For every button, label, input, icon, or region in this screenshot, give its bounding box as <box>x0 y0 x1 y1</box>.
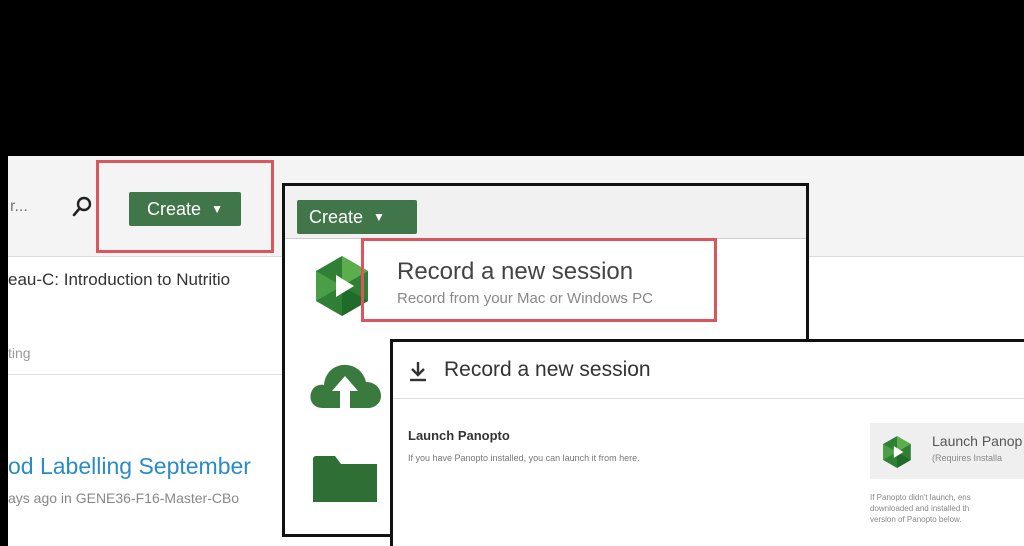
launch-panopto-heading: Launch Panopto <box>408 428 510 443</box>
create-dropdown-label: Create <box>309 206 364 227</box>
launch-panopto-button[interactable]: Launch Panop (Requires Installa <box>870 423 1024 479</box>
session-title-link[interactable]: od Labelling September <box>8 453 251 480</box>
note-line: If Panopto didn't launch, ens <box>870 493 971 502</box>
launch-button-subtitle: (Requires Installa <box>932 453 1003 463</box>
left-black-edge <box>0 156 8 546</box>
search-placeholder: r... <box>10 198 28 215</box>
folder-icon[interactable] <box>311 450 379 504</box>
search-icon[interactable] <box>70 195 94 219</box>
session-meta: ays ago in GENE36-F16-Master-CBo <box>8 490 240 506</box>
create-dropdown-button[interactable]: Create ▼ <box>297 200 417 234</box>
course-title[interactable]: eau-C: Introduction to Nutritio <box>8 270 274 290</box>
create-dropdown-header: Create ▼ <box>285 186 806 239</box>
search-field[interactable]: r... <box>8 194 102 220</box>
divider <box>8 374 288 375</box>
caret-down-icon: ▼ <box>373 210 385 224</box>
record-session-dialog: Record a new session Launch Panopto If y… <box>390 339 1024 546</box>
cloud-upload-icon[interactable] <box>307 356 383 414</box>
dialog-header: Record a new session <box>393 342 1024 399</box>
download-icon <box>410 362 426 382</box>
black-top-bar <box>0 0 1024 156</box>
note-line: downloaded and installed th <box>870 504 970 513</box>
highlight-box-record <box>361 238 717 322</box>
meeting-label: ting <box>8 345 31 361</box>
launch-button-title: Launch Panop <box>932 433 1023 449</box>
highlight-box-create <box>96 160 274 253</box>
dialog-title: Record a new session <box>444 358 651 381</box>
panopto-logo-icon <box>883 436 911 468</box>
launch-panopto-description: If you have Panopto installed, you can l… <box>408 453 640 463</box>
note-line: version of Panopto below. <box>870 515 962 524</box>
launch-help-note: If Panopto didn't launch, ens downloaded… <box>870 492 1024 525</box>
